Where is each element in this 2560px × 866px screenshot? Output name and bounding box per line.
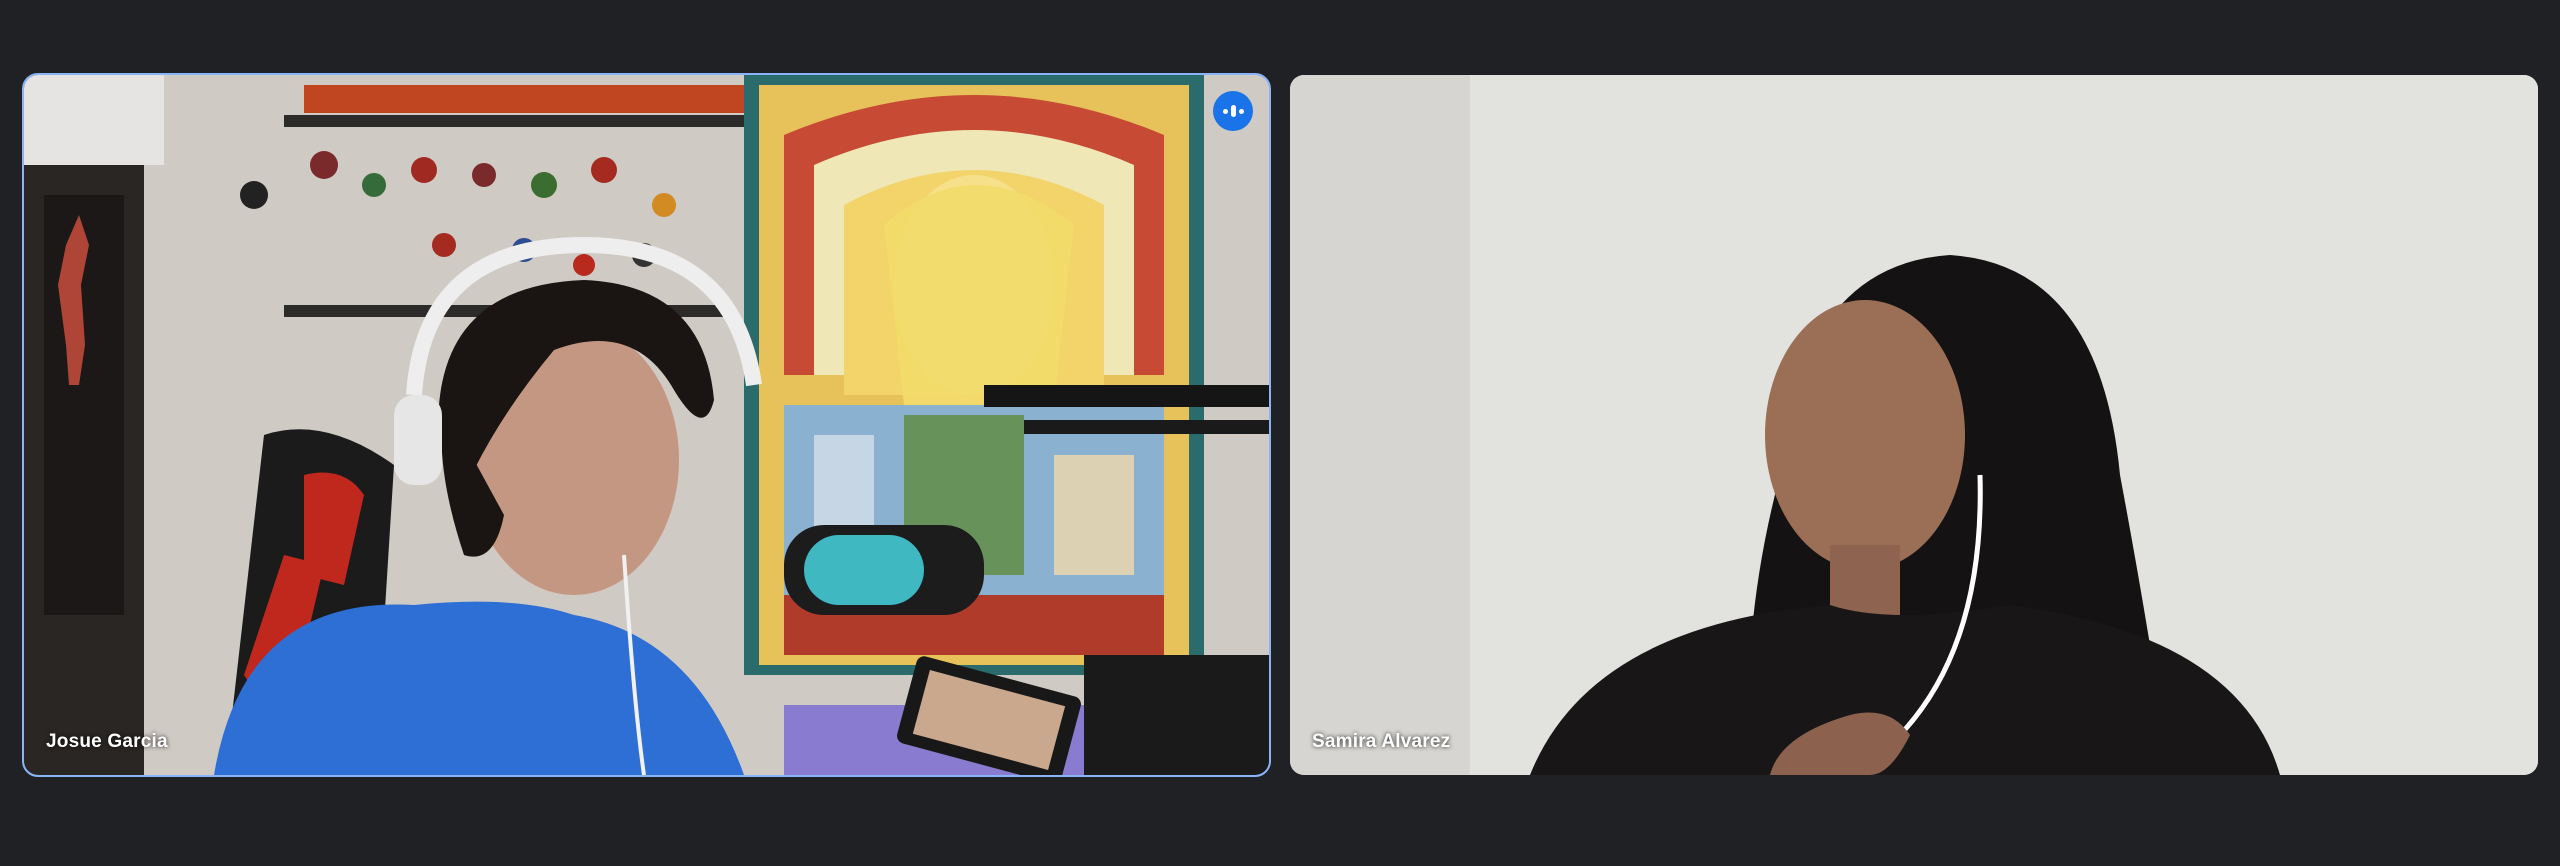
participant-tile-josue[interactable]: Josue Garcia	[22, 73, 1271, 777]
audio-level-bar	[1238, 108, 1244, 114]
participant-name-josue: Josue Garcia	[46, 731, 168, 752]
audio-level-bar	[1230, 105, 1236, 117]
participant-video-josue	[24, 75, 1269, 775]
audio-level-bar	[1222, 108, 1228, 114]
participant-tile-samira[interactable]: Samira Alvarez	[1290, 75, 2538, 775]
meeting-stage: Josue Garcia Samira Alvarez	[0, 0, 2560, 866]
audio-level-icon	[1213, 91, 1253, 131]
participant-name-samira: Samira Alvarez	[1312, 731, 1451, 752]
participant-video-samira	[1290, 75, 2538, 775]
